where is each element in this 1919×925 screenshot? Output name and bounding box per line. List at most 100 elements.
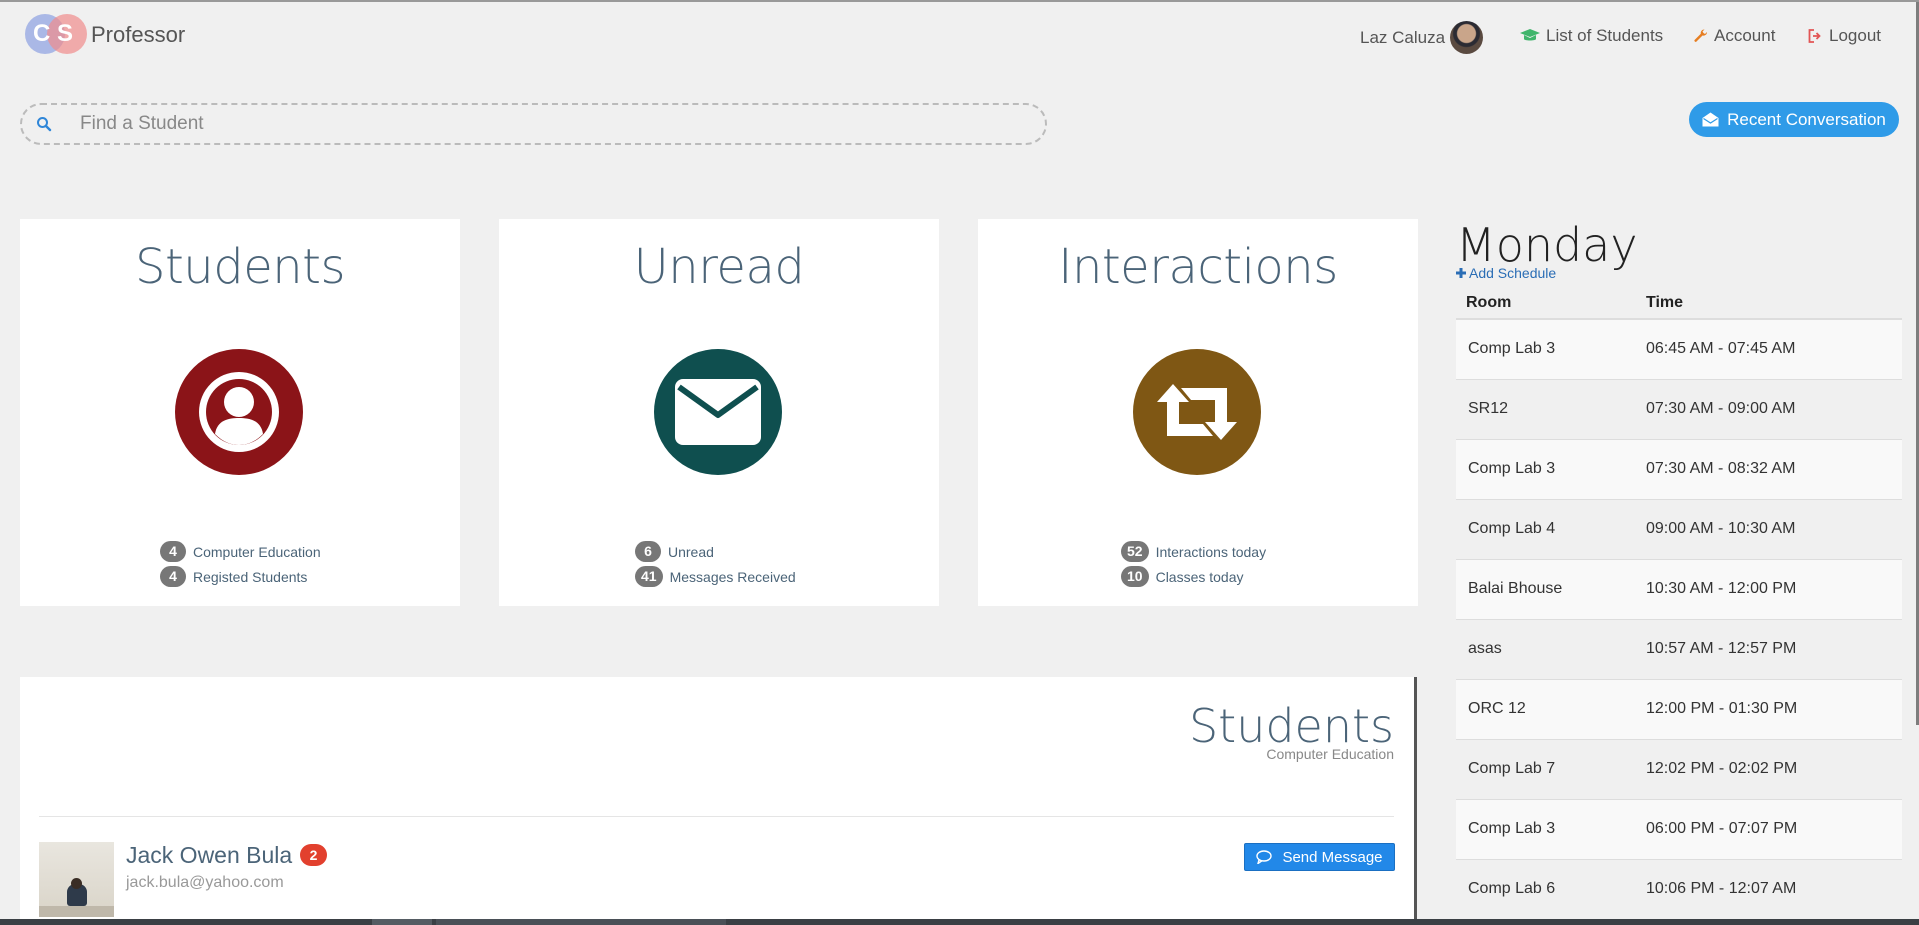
envelope-icon [675, 379, 761, 445]
stat-row: 4 Computer Education [160, 539, 321, 564]
room-cell: asas [1456, 619, 1636, 680]
column-header-time: Time [1636, 287, 1902, 320]
stat-label[interactable]: Messages Received [670, 569, 796, 585]
wrench-icon [1694, 29, 1708, 42]
taskbar-item[interactable] [436, 919, 726, 925]
time-cell: 10:30 AM - 12:00 PM [1636, 559, 1902, 620]
nav-list-of-students-label: List of Students [1546, 26, 1664, 45]
room-cell: SR12 [1456, 379, 1636, 440]
time-cell: 10:06 PM - 12:07 AM [1636, 859, 1902, 920]
envelope-open-icon [1702, 112, 1719, 127]
student-search[interactable] [20, 103, 1047, 145]
stat-label[interactable]: Interactions today [1156, 544, 1267, 560]
stat-count-badge: 52 [1121, 541, 1149, 562]
comment-icon [1256, 850, 1273, 864]
stat-label[interactable]: Classes today [1156, 569, 1244, 585]
nav-list-of-students[interactable]: List of Students [1520, 26, 1663, 46]
time-cell: 12:00 PM - 01:30 PM [1636, 679, 1902, 740]
room-cell: Comp Lab 6 [1456, 859, 1636, 920]
table-row[interactable]: Comp Lab 3 06:45 AM - 07:45 AM [1456, 319, 1902, 380]
user-avatar[interactable] [1450, 21, 1483, 54]
app-logo[interactable]: C S [25, 14, 87, 56]
students-card-stats: 4 Computer Education 4 Registed Students [160, 539, 321, 589]
unread-card-title: Unread [633, 239, 805, 295]
room-cell: Comp Lab 7 [1456, 739, 1636, 800]
stat-label[interactable]: Computer Education [193, 544, 321, 560]
send-message-button[interactable]: Send Message [1244, 843, 1395, 871]
stat-count-badge: 41 [635, 566, 663, 587]
sign-out-icon [1808, 29, 1821, 43]
stat-row: 4 Registed Students [160, 564, 321, 589]
column-header-room: Room [1456, 287, 1636, 320]
divider [39, 816, 1394, 817]
stat-row: 10 Classes today [1121, 564, 1266, 589]
logo-letter-s: S [57, 20, 74, 47]
room-cell: ORC 12 [1456, 679, 1636, 740]
schedule-panel: Monday Add Schedule Room Time Comp Lab 3… [1456, 217, 1904, 920]
recent-conversation-label: Recent Conversation [1727, 109, 1886, 129]
stat-count-badge: 10 [1121, 566, 1149, 587]
table-row[interactable]: ORC 12 12:00 PM - 01:30 PM [1456, 679, 1902, 740]
stat-count-badge: 6 [635, 541, 661, 562]
interactions-card-stats: 52 Interactions today 10 Classes today [1121, 539, 1266, 589]
nav-logout-label: Logout [1829, 26, 1881, 45]
taskbar-item[interactable] [372, 919, 432, 925]
interactions-card-icon-circle [1133, 349, 1261, 475]
add-schedule-link[interactable]: Add Schedule [1456, 265, 1904, 281]
time-cell: 07:30 AM - 09:00 AM [1636, 379, 1902, 440]
room-cell: Comp Lab 3 [1456, 319, 1636, 380]
table-row[interactable]: asas 10:57 AM - 12:57 PM [1456, 619, 1902, 680]
table-row[interactable]: Comp Lab 3 07:30 AM - 08:32 AM [1456, 439, 1902, 500]
time-cell: 06:45 AM - 07:45 AM [1636, 319, 1902, 380]
time-cell: 12:02 PM - 02:02 PM [1636, 739, 1902, 800]
room-cell: Balai Bhouse [1456, 559, 1636, 620]
stat-row: 52 Interactions today [1121, 539, 1266, 564]
stat-row: 41 Messages Received [635, 564, 796, 589]
students-panel-title: Students [1188, 699, 1394, 753]
retweet-icon [1157, 384, 1237, 440]
table-row[interactable]: SR12 07:30 AM - 09:00 AM [1456, 379, 1902, 440]
photo-floor [39, 906, 114, 917]
table-row[interactable]: Balai Bhouse 10:30 AM - 12:00 PM [1456, 559, 1902, 620]
table-row[interactable]: Comp Lab 6 10:06 PM - 12:07 AM [1456, 859, 1902, 920]
unread-card: Unread 6 Unread 41 Messages Received [499, 219, 939, 606]
unread-card-stats: 6 Unread 41 Messages Received [635, 539, 796, 589]
taskbar [0, 919, 1919, 925]
students-panel-subtitle: Computer Education [1266, 746, 1394, 762]
stat-row: 6 Unread [635, 539, 796, 564]
student-photo[interactable] [39, 842, 114, 917]
nav-account[interactable]: Account [1694, 26, 1775, 46]
add-schedule-label: Add Schedule [1469, 265, 1557, 281]
search-input[interactable] [80, 111, 980, 137]
student-email: jack.bula@yahoo.com [126, 874, 284, 891]
schedule-header-row: Room Time [1456, 287, 1902, 320]
unread-count-badge: 2 [300, 844, 327, 866]
table-row[interactable]: Comp Lab 3 06:00 PM - 07:07 PM [1456, 799, 1902, 860]
students-card-title: Students [135, 239, 345, 295]
user-name[interactable]: Laz Caluza [1360, 28, 1445, 48]
plus-icon [1456, 268, 1466, 278]
photo-head [71, 878, 82, 889]
header: C S Professor Laz Caluza List of Student… [0, 2, 1919, 72]
time-cell: 07:30 AM - 08:32 AM [1636, 439, 1902, 500]
nav-account-label: Account [1714, 26, 1776, 45]
stat-label[interactable]: Unread [668, 544, 714, 560]
logo-letter-c: C [33, 20, 51, 47]
recent-conversation-button[interactable]: Recent Conversation [1689, 102, 1899, 137]
students-list-panel: Students Computer Education Jack Owen Bu… [20, 677, 1417, 925]
schedule-table: Room Time Comp Lab 3 06:45 AM - 07:45 AM … [1456, 287, 1902, 920]
nav-logout[interactable]: Logout [1808, 26, 1881, 46]
table-row[interactable]: Comp Lab 7 12:02 PM - 02:02 PM [1456, 739, 1902, 800]
user-circle-icon [199, 372, 279, 452]
students-card-icon-circle [175, 349, 303, 475]
stat-count-badge: 4 [160, 541, 186, 562]
room-cell: Comp Lab 4 [1456, 499, 1636, 560]
app-title: Professor [91, 22, 186, 47]
table-row[interactable]: Comp Lab 4 09:00 AM - 10:30 AM [1456, 499, 1902, 560]
room-cell: Comp Lab 3 [1456, 799, 1636, 860]
stat-label[interactable]: Registed Students [193, 569, 307, 585]
graduation-cap-icon [1520, 29, 1540, 41]
room-cell: Comp Lab 3 [1456, 439, 1636, 500]
student-name[interactable]: Jack Owen Bula [126, 842, 292, 869]
time-cell: 09:00 AM - 10:30 AM [1636, 499, 1902, 560]
